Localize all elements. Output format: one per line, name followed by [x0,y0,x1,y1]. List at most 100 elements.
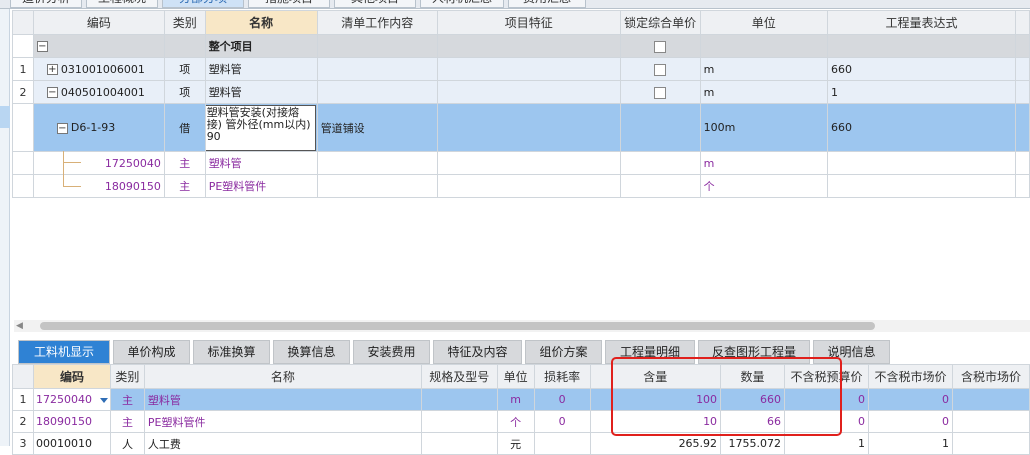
col-extra-header [1015,10,1030,35]
tab-feature-content[interactable]: 特征及内容 [433,340,522,364]
resource-grid: 编码 类别 名称 规格及型号 单位 损耗率 含量 数量 不含税预算价 不含税市场… [12,364,1030,455]
market-cell[interactable]: 0 [868,410,953,433]
code-cell[interactable]: 17250040 [32,388,111,411]
expand-icon[interactable]: + [46,64,58,75]
spec-cell[interactable] [420,432,498,455]
lock-checkbox[interactable] [654,63,667,76]
name-cell[interactable]: 塑料管 [204,57,318,81]
expr-cell[interactable]: 660 [827,103,1017,152]
code-cell[interactable]: −040501004001 [32,80,165,104]
collapse-icon[interactable]: − [36,41,48,52]
expr-cell [827,151,1017,175]
table-row[interactable]: 3 00010010 人 人工费 元 265.92 1755.072 1 1 [12,432,1030,455]
tab-pricing-plan[interactable]: 组价方案 [525,340,602,364]
table-row[interactable]: 18090150 主 PE塑料管件 个 [12,174,1030,198]
spec-cell[interactable] [420,410,498,433]
name-cell[interactable]: 塑料管 [204,151,318,175]
chevron-down-icon[interactable] [99,397,108,403]
lock-checkbox[interactable] [654,40,667,53]
name-cell[interactable]: 人工费 [143,432,422,455]
name-cell[interactable]: 塑料管安装(对接熔接) 管外径(mm以内) 90 [204,103,318,152]
content-cell [316,151,438,175]
loss-cell[interactable] [533,432,591,455]
code-cell[interactable]: 00010010 [32,432,111,455]
code-cell[interactable]: 17250040 [32,151,165,175]
type-cell: 借 [163,103,206,152]
col-code-header[interactable]: 编码 [32,10,165,35]
tab-resource-display[interactable]: 工料机显示 [18,340,110,364]
tab-install-fee[interactable]: 安装费用 [353,340,430,364]
expr-cell [827,34,1017,58]
unit-cell [699,34,829,58]
lock-cell [619,151,701,175]
name-cell[interactable]: 整个项目 [204,34,318,58]
col-lock-header[interactable]: 锁定综合单价 [619,10,701,35]
lock-cell[interactable] [619,34,701,58]
market-cell[interactable]: 1 [868,432,953,455]
col-loss-header[interactable]: 损耗率 [533,364,591,389]
tab-standard-conversion[interactable]: 标准换算 [193,340,270,364]
col-unit-header[interactable]: 单位 [496,364,535,389]
expr-cell[interactable]: 1 [827,80,1017,104]
table-row[interactable]: 1 +031001006001 项 塑料管 m 660 [12,57,1030,81]
tab-unit-price[interactable]: 单价构成 [113,340,190,364]
name-cell[interactable]: 塑料管 [143,388,422,411]
expr-cell[interactable]: 660 [827,57,1017,81]
col-type-header[interactable]: 类别 [163,10,206,35]
tab-cost-analysis[interactable]: 造价分析 [10,0,82,8]
code-cell[interactable]: − D6-1-93 [32,103,165,152]
col-expr-header[interactable]: 工程量表达式 [827,10,1017,35]
content-cell[interactable]: 管道铺设 [316,103,438,152]
lock-cell[interactable] [619,57,701,81]
table-row[interactable]: 2 18090150 主 PE塑料管件 个 0 10 66 0 0 [12,410,1030,433]
table-row-selected[interactable]: − D6-1-93 借 塑料管安装(对接熔接) 管外径(mm以内) 90 管道铺设… [12,103,1030,152]
name-cell[interactable]: PE塑料管件 [204,174,318,198]
table-row-selected[interactable]: 1 17250040 主 塑料管 m 0 100 660 0 0 [12,388,1030,411]
code-cell[interactable]: 18090150 [32,174,165,198]
feature-cell [436,103,621,152]
tab-fee-summary[interactable]: 费用汇总 [508,0,586,8]
content-cell [316,57,438,81]
type-cell: 主 [163,151,206,175]
col-feature-header[interactable]: 项目特征 [436,10,621,35]
col-type-header[interactable]: 类别 [109,364,145,389]
type-cell: 项 [163,57,206,81]
name-cell[interactable]: 塑料管 [204,80,318,104]
col-content-header[interactable]: 清单工作内容 [316,10,438,35]
scrollbar-thumb[interactable] [40,322,875,330]
tab-conversion-info[interactable]: 换算信息 [273,340,350,364]
tab-project-overview[interactable]: 工程概况 [86,0,158,8]
extra-cell [1015,151,1030,175]
loss-cell[interactable]: 0 [533,388,591,411]
table-row[interactable]: 2 −040501004001 项 塑料管 m 1 [12,80,1030,104]
code-text: 031001006001 [60,62,145,76]
col-market-header[interactable]: 不含税市场价 [868,364,953,389]
table-row[interactable]: 17250040 主 塑料管 m [12,151,1030,175]
col-unit-header[interactable]: 单位 [699,10,829,35]
tab-resource-summary[interactable]: 人材机汇总 [420,0,504,8]
code-cell[interactable]: − [32,34,165,58]
col-code-header[interactable]: 编码 [32,364,111,389]
col-name-header[interactable]: 名称 [143,364,422,389]
scroll-left-icon[interactable]: ◀ [16,321,23,331]
lock-checkbox[interactable] [654,86,667,99]
col-name-header[interactable]: 名称 [204,10,318,35]
code-cell[interactable]: 18090150 [32,410,111,433]
tab-sub-items[interactable]: 分部分项 [162,0,244,8]
name-cell[interactable]: PE塑料管件 [143,410,422,433]
table-row[interactable]: − 整个项目 [12,34,1030,58]
horizontal-scrollbar[interactable]: ◀ [14,320,1030,332]
spec-cell[interactable] [420,388,498,411]
row-number [12,174,34,198]
loss-cell[interactable]: 0 [533,410,591,433]
name-editor[interactable]: 塑料管安装(对接熔接) 管外径(mm以内) 90 [206,104,316,151]
tab-measures[interactable]: 措施项目 [248,0,330,8]
col-taxmarket-header[interactable]: 含税市场价 [951,364,1030,389]
market-cell[interactable]: 0 [868,388,953,411]
collapse-icon[interactable]: − [46,87,58,98]
lock-cell[interactable] [619,80,701,104]
collapse-icon[interactable]: − [56,122,68,134]
code-cell[interactable]: +031001006001 [32,57,165,81]
tab-other-items[interactable]: 其他项目 [334,0,416,8]
col-spec-header[interactable]: 规格及型号 [420,364,498,389]
